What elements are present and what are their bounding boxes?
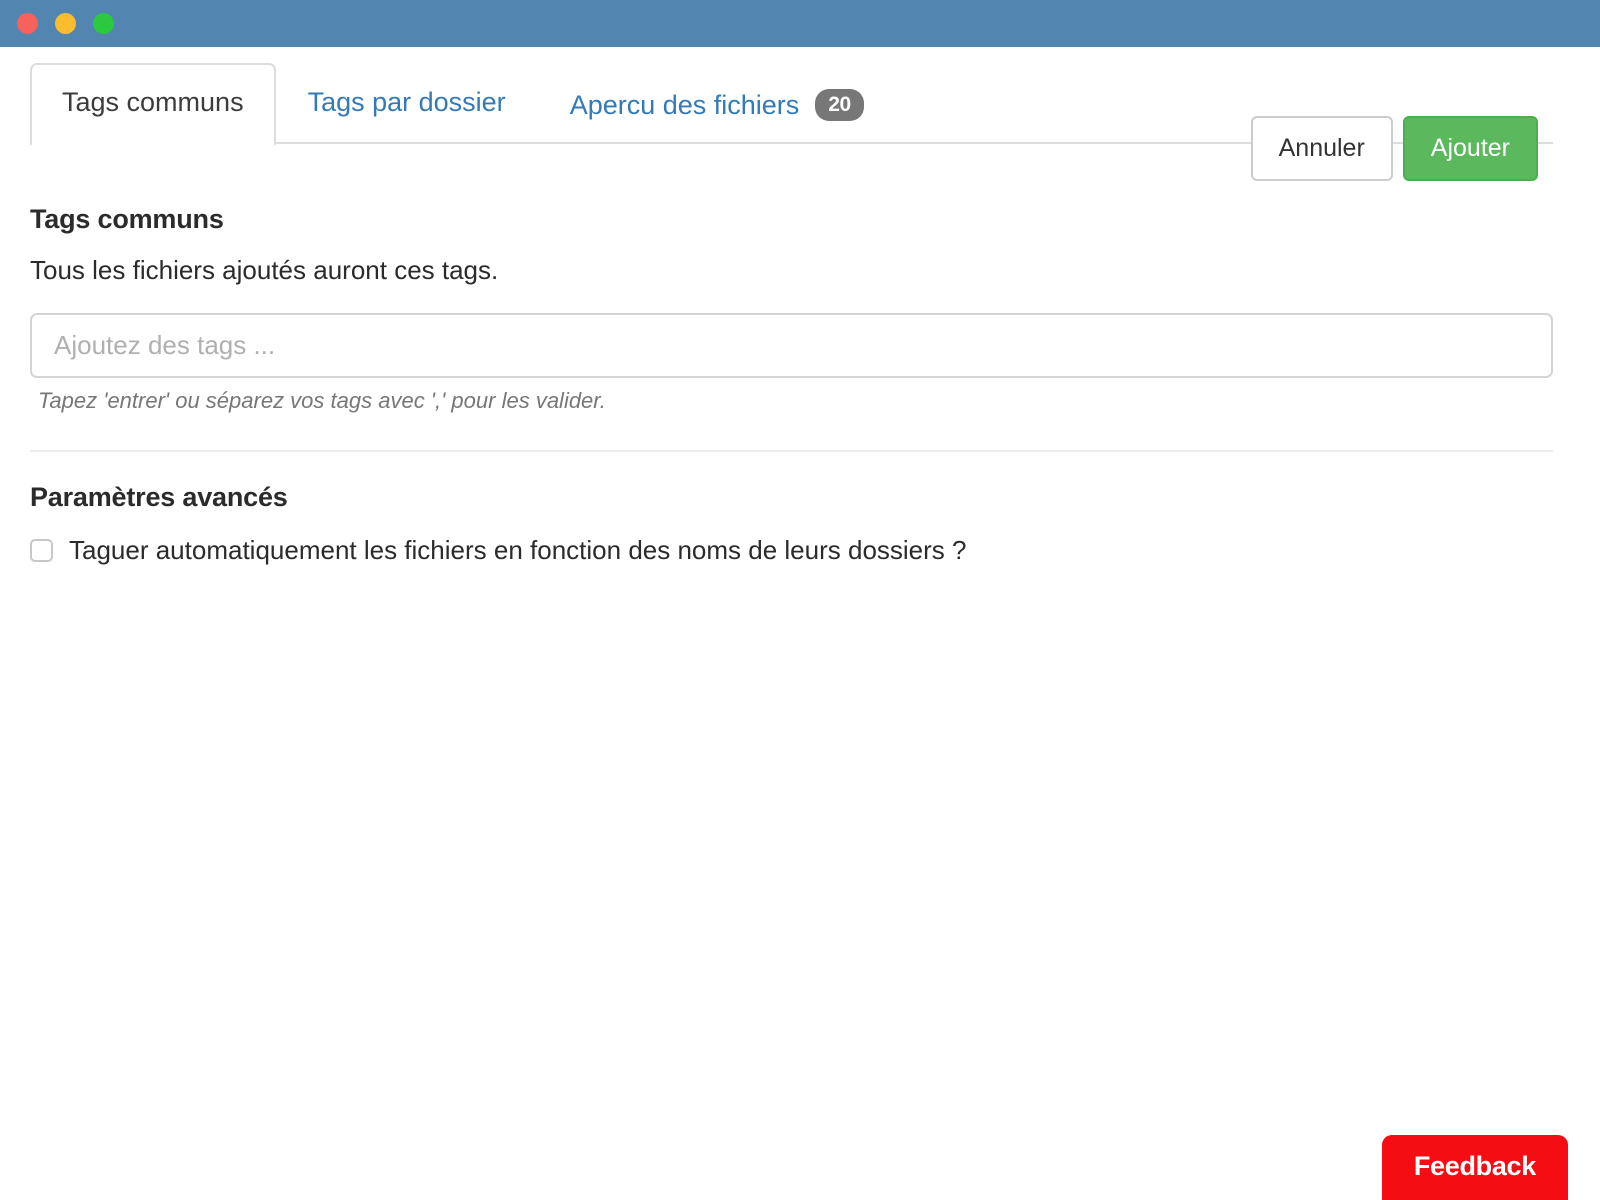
header-actions: Annuler Ajouter [1251,116,1538,181]
tab-label: Tags par dossier [308,89,506,116]
tags-section-description: Tous les fichiers ajoutés auront ces tag… [30,255,498,286]
window-titlebar [0,0,1600,47]
minimize-window-icon[interactable] [55,13,76,34]
tab-bar: Tags communs Tags par dossier Apercu des… [0,47,1600,143]
tags-section-heading: Tags communs [30,204,224,235]
advanced-section-heading: Paramètres avancés [30,482,288,513]
tab-label: Tags communs [62,89,244,116]
add-button[interactable]: Ajouter [1403,116,1538,181]
section-divider [30,450,1553,452]
tab-apercu-des-fichiers[interactable]: Apercu des fichiers 20 [538,63,896,149]
maximize-window-icon[interactable] [93,13,114,34]
cancel-button[interactable]: Annuler [1251,116,1393,181]
close-window-icon[interactable] [17,13,38,34]
auto-tag-checkbox-row: Taguer automatiquement les fichiers en f… [30,535,966,566]
tab-list: Tags communs Tags par dossier Apercu des… [30,63,896,149]
window-controls [17,13,114,34]
auto-tag-checkbox-label[interactable]: Taguer automatiquement les fichiers en f… [69,535,966,566]
feedback-button[interactable]: Feedback [1382,1135,1568,1200]
tab-tags-par-dossier[interactable]: Tags par dossier [276,63,538,144]
file-count-badge: 20 [815,89,863,121]
auto-tag-checkbox[interactable] [30,539,53,562]
tab-tags-communs[interactable]: Tags communs [30,63,276,146]
tags-input[interactable] [30,313,1553,378]
tab-label: Apercu des fichiers [570,92,800,119]
tags-input-help-text: Tapez 'entrer' ou séparez vos tags avec … [38,388,606,414]
